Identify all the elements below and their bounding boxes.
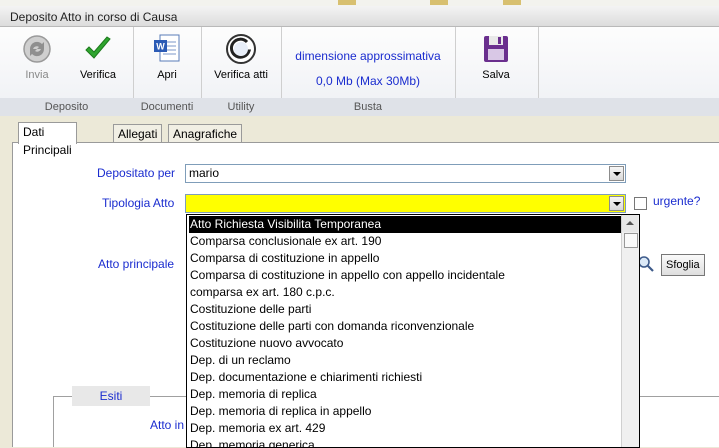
ribbon-group-busta: dimensione approssimativa 0,0 Mb (Max 30… [281, 27, 456, 116]
tab-dati-principali[interactable]: Dati Principali [18, 122, 77, 157]
salva-label: Salva [482, 69, 510, 81]
scroll-thumb[interactable] [624, 233, 638, 248]
tipologia-atto-select[interactable] [185, 194, 626, 213]
dropdown-item[interactable]: Comparsa conclusionale ex art. 190 [189, 233, 622, 250]
dropdown-item[interactable]: comparsa ex art. 180 c.p.c. [189, 284, 622, 301]
atto-in-label: Atto in [150, 418, 185, 432]
ribbon-group-salva: Salva [455, 27, 539, 116]
ribbon-footer-filler [538, 98, 719, 116]
chevron-down-icon[interactable] [609, 196, 624, 211]
dropdown-scrollbar[interactable] [621, 215, 639, 447]
checkmark-icon [85, 36, 111, 59]
dropdown-item[interactable]: Costituzione nuovo avvocato [189, 335, 622, 352]
depositato-per-value: mario [189, 166, 220, 180]
ribbon-group-utility: Verifica atti Utility [201, 27, 282, 116]
verifica-atti-label: Verifica atti [214, 69, 268, 81]
dropdown-item[interactable]: Comparsa di costituzione in appello [189, 250, 622, 267]
urgente-label: urgente? [653, 194, 701, 208]
dropdown-item[interactable]: Atto Richiesta Visibilita Temporanea [189, 216, 622, 233]
chevron-down-icon[interactable] [609, 166, 624, 181]
busta-size-value: 0,0 Mb (Max 30Mb) [315, 74, 421, 88]
dropdown-item[interactable]: Dep. documentazione e chiarimenti richie… [189, 369, 622, 386]
sfoglia-button[interactable]: Sfoglia [661, 254, 705, 276]
tab-allegati[interactable]: Allegati [113, 124, 163, 143]
dropdown-item[interactable]: Dep. di un reclamo [189, 352, 622, 369]
dropdown-item[interactable]: Dep. memoria generica [189, 437, 622, 447]
ribbon-group-label: Busta [281, 98, 455, 116]
dropdown-item[interactable]: Costituzione delle parti con domanda ric… [189, 318, 622, 335]
giustizia-logo-icon [226, 34, 256, 64]
ribbon-toolbar: Invia Verifica Deposito W Apri Documenti [0, 27, 719, 117]
ribbon-group-label: Deposito [0, 98, 133, 116]
verifica-label: Verifica [79, 69, 117, 81]
invia-button[interactable]: Invia [12, 33, 62, 81]
send-disabled-icon [23, 35, 51, 63]
esiti-tab[interactable]: Esiti [72, 386, 150, 406]
ribbon-group-label: Utility [201, 98, 281, 116]
depositato-per-label: Depositato per [97, 166, 176, 180]
apri-label: Apri [157, 69, 177, 81]
ribbon-group-documenti: W Apri Documenti [133, 27, 202, 116]
apri-button[interactable]: W Apri [142, 33, 192, 81]
window-title: Deposito Atto in corso di Causa [10, 10, 178, 24]
dropdown-item[interactable]: Dep. memoria di replica in appello [189, 403, 622, 420]
invia-label: Invia [25, 69, 49, 81]
ribbon-group-label [455, 98, 538, 116]
atto-principale-label: Atto principale [98, 257, 175, 271]
depositato-per-select[interactable]: mario [185, 164, 626, 183]
dropdown-item[interactable]: Costituzione delle parti [189, 301, 622, 318]
tipologia-atto-dropdown[interactable]: Atto Richiesta Visibilita Temporanea Com… [186, 214, 640, 448]
scroll-up-icon[interactable] [622, 215, 638, 232]
urgente-checkbox[interactable] [634, 197, 647, 210]
floppy-disk-icon [484, 36, 508, 62]
verifica-button[interactable]: Verifica [72, 33, 124, 81]
word-document-icon: W [154, 34, 180, 62]
svg-text:W: W [156, 42, 165, 52]
busta-size-caption: dimensione approssimativa [295, 49, 441, 63]
tipologia-atto-label: Tipologia Atto [102, 196, 175, 210]
dropdown-item[interactable]: Comparsa di costituzione in appello con … [189, 267, 622, 284]
salva-button[interactable]: Salva [471, 33, 521, 81]
verifica-atti-button[interactable]: Verifica atti [205, 33, 277, 81]
dropdown-item[interactable]: Dep. memoria ex art. 429 [189, 420, 622, 437]
dropdown-item[interactable]: Dep. memoria di replica [189, 386, 622, 403]
ribbon-group-deposito: Invia Verifica Deposito [0, 27, 134, 116]
ribbon-group-label: Documenti [133, 98, 201, 116]
tab-anagrafiche[interactable]: Anagrafiche [168, 124, 243, 143]
window-titlebar: Deposito Atto in corso di Causa [0, 6, 719, 27]
